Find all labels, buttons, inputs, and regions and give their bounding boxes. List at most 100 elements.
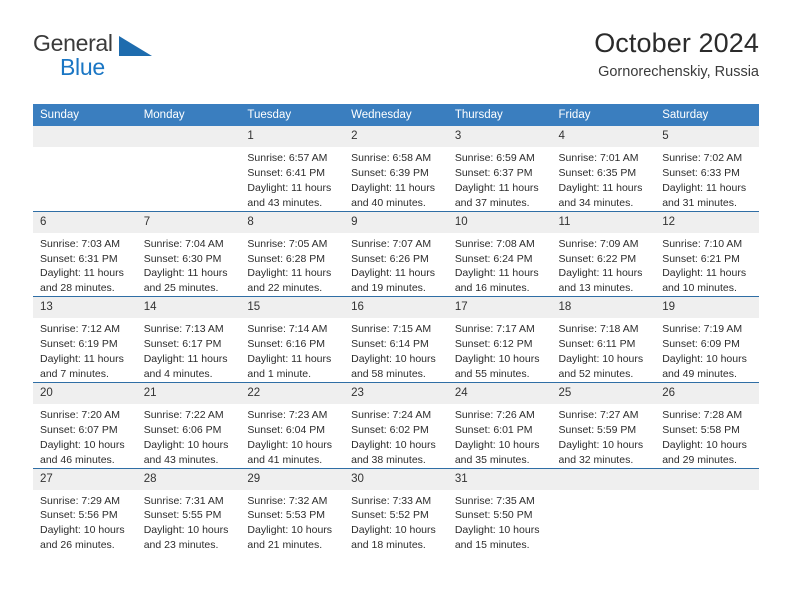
- calendar-day-cell[interactable]: 28 Sunrise: 7:31 AM Sunset: 5:55 PM Dayligh…: [136, 467, 241, 554]
- day-number: 20: [33, 382, 137, 404]
- sunset-time: Sunset: 6:17 PM: [143, 338, 222, 351]
- day-details: Sunrise: 7:12 AM Sunset: 6:19 PM Daylight:…: [33, 318, 137, 382]
- calendar-day-cell[interactable]: 4 Sunrise: 7:01 AM Sunset: 6:35 PM Daylight…: [551, 126, 656, 212]
- daylight-duration-line1: Daylight: 10 hours: [40, 524, 125, 537]
- calendar-day-cell[interactable]: 19 Sunrise: 7:19 AM Sunset: 6:09 PM Dayligh…: [655, 296, 759, 383]
- calendar-body: 1 Sunrise: 6:57 AM Sunset: 6:41 PM Daylight…: [33, 126, 759, 554]
- calendar-day-cell[interactable]: 26 Sunrise: 7:28 AM Sunset: 5:58 PM Dayligh…: [655, 381, 759, 468]
- calendar-day-cell[interactable]: 14 Sunrise: 7:13 AM Sunset: 6:17 PM Dayligh…: [136, 296, 241, 383]
- day-details: Sunrise: 6:57 AM Sunset: 6:41 PM Daylight:…: [240, 147, 344, 211]
- sunrise-time: Sunrise: 7:27 AM: [558, 408, 639, 421]
- day-details: Sunrise: 7:04 AM Sunset: 6:30 PM Daylight:…: [137, 233, 241, 297]
- sunset-time: Sunset: 6:11 PM: [558, 338, 636, 351]
- daylight-duration-line2: and 52 minutes.: [558, 367, 634, 380]
- logo-text-blue: Blue: [60, 54, 105, 80]
- daylight-duration-line2: and 21 minutes.: [247, 539, 323, 552]
- calendar-day-cell[interactable]: 6 Sunrise: 7:03 AM Sunset: 6:31 PM Daylight…: [33, 210, 137, 297]
- calendar-day-cell[interactable]: 11 Sunrise: 7:09 AM Sunset: 6:22 PM Dayligh…: [551, 210, 656, 297]
- day-number: 31: [447, 468, 552, 490]
- calendar-day-cell-empty: [33, 126, 137, 212]
- daylight-duration-line2: and 43 minutes.: [143, 453, 219, 466]
- calendar-header-row: Sunday Monday Tuesday Wednesday Thursday…: [33, 104, 759, 126]
- day-number: 26: [655, 382, 759, 404]
- sunset-time: Sunset: 6:19 PM: [40, 338, 118, 351]
- weekday-header-wednesday: Wednesday: [344, 104, 448, 126]
- day-number: [33, 126, 137, 147]
- calendar-day-cell[interactable]: 24 Sunrise: 7:26 AM Sunset: 6:01 PM Dayligh…: [447, 381, 552, 468]
- calendar-day-cell[interactable]: 3 Sunrise: 6:59 AM Sunset: 6:37 PM Daylight…: [447, 126, 552, 212]
- sunset-time: Sunset: 5:58 PM: [662, 423, 740, 436]
- day-details: Sunrise: 7:17 AM Sunset: 6:12 PM Daylight:…: [448, 318, 552, 382]
- day-details: Sunrise: 7:19 AM Sunset: 6:09 PM Daylight:…: [655, 318, 759, 382]
- daylight-duration-line1: Daylight: 11 hours: [143, 353, 228, 366]
- day-number: 22: [240, 382, 345, 404]
- day-number: 8: [240, 211, 345, 233]
- calendar-day-cell[interactable]: 7 Sunrise: 7:04 AM Sunset: 6:30 PM Daylight…: [136, 210, 241, 297]
- sunrise-time: Sunrise: 7:15 AM: [351, 323, 432, 336]
- calendar-day-cell[interactable]: 21 Sunrise: 7:22 AM Sunset: 6:06 PM Dayligh…: [136, 381, 241, 468]
- sunrise-time: Sunrise: 7:32 AM: [247, 494, 328, 507]
- sunset-time: Sunset: 6:37 PM: [454, 166, 533, 179]
- calendar-day-cell[interactable]: 2 Sunrise: 6:58 AM Sunset: 6:39 PM Daylight…: [344, 126, 448, 212]
- page-header: General Blue October 2024 Gornorechenski…: [0, 26, 792, 96]
- sunset-time: Sunset: 5:59 PM: [558, 423, 637, 436]
- weekday-header-thursday: Thursday: [447, 104, 552, 126]
- daylight-duration-line1: Daylight: 10 hours: [351, 353, 436, 366]
- day-number: 7: [136, 211, 241, 233]
- general-blue-logo[interactable]: General Blue: [33, 26, 158, 82]
- daylight-duration-line2: and 15 minutes.: [454, 539, 530, 552]
- calendar-day-cell-empty: [136, 126, 241, 212]
- day-number: 10: [447, 211, 552, 233]
- daylight-duration-line1: Daylight: 11 hours: [40, 267, 124, 280]
- sunrise-time: Sunrise: 7:07 AM: [351, 237, 432, 250]
- calendar-day-cell[interactable]: 5 Sunrise: 7:02 AM Sunset: 6:33 PM Daylight…: [655, 126, 759, 212]
- daylight-duration-line2: and 38 minutes.: [351, 453, 426, 466]
- day-details: Sunrise: 7:22 AM Sunset: 6:06 PM Daylight:…: [137, 404, 241, 468]
- calendar-day-cell[interactable]: 13 Sunrise: 7:12 AM Sunset: 6:19 PM Dayligh…: [33, 296, 137, 383]
- title-block: October 2024 Gornorechenskiy, Russia: [594, 26, 759, 81]
- sunrise-time: Sunrise: 7:31 AM: [143, 494, 224, 507]
- day-number: 28: [136, 468, 241, 490]
- sunrise-time: Sunrise: 7:13 AM: [143, 323, 224, 336]
- calendar-day-cell[interactable]: 20 Sunrise: 7:20 AM Sunset: 6:07 PM Dayligh…: [33, 381, 137, 468]
- sunset-time: Sunset: 6:35 PM: [558, 166, 637, 179]
- calendar-day-cell[interactable]: 17 Sunrise: 7:17 AM Sunset: 6:12 PM Dayligh…: [447, 296, 552, 383]
- calendar-day-cell[interactable]: 23 Sunrise: 7:24 AM Sunset: 6:02 PM Dayligh…: [344, 381, 448, 468]
- logo-triangle-icon: [119, 36, 152, 56]
- calendar-day-cell[interactable]: 12 Sunrise: 7:10 AM Sunset: 6:21 PM Dayligh…: [655, 210, 759, 297]
- sunset-time: Sunset: 5:52 PM: [351, 509, 429, 522]
- daylight-duration-line2: and 1 minute.: [247, 367, 312, 380]
- day-number: 6: [33, 211, 137, 233]
- sunrise-time: Sunrise: 7:24 AM: [351, 408, 432, 421]
- daylight-duration-line1: Daylight: 11 hours: [247, 353, 332, 366]
- calendar-day-cell[interactable]: 29 Sunrise: 7:32 AM Sunset: 5:53 PM Dayligh…: [240, 467, 345, 554]
- daylight-duration-line2: and 22 minutes.: [247, 282, 323, 295]
- calendar-day-cell[interactable]: 22 Sunrise: 7:23 AM Sunset: 6:04 PM Dayligh…: [240, 381, 345, 468]
- calendar-day-cell[interactable]: 1 Sunrise: 6:57 AM Sunset: 6:41 PM Daylight…: [240, 126, 345, 212]
- daylight-duration-line1: Daylight: 11 hours: [454, 181, 539, 194]
- logo-text-general: General: [33, 30, 113, 56]
- calendar-week-row: 1 Sunrise: 6:57 AM Sunset: 6:41 PM Daylight…: [33, 126, 759, 212]
- sunrise-time: Sunrise: 7:17 AM: [454, 323, 535, 336]
- calendar-day-cell[interactable]: 16 Sunrise: 7:15 AM Sunset: 6:14 PM Dayligh…: [344, 296, 448, 383]
- calendar-week-row: 27 Sunrise: 7:29 AM Sunset: 5:56 PM Dayligh…: [33, 467, 759, 554]
- calendar-day-cell[interactable]: 15 Sunrise: 7:14 AM Sunset: 6:16 PM Dayligh…: [240, 296, 345, 383]
- calendar-day-cell[interactable]: 27 Sunrise: 7:29 AM Sunset: 5:56 PM Dayligh…: [33, 467, 137, 554]
- day-details: Sunrise: 7:28 AM Sunset: 5:58 PM Daylight:…: [655, 404, 759, 468]
- sunset-time: Sunset: 6:28 PM: [247, 252, 326, 265]
- calendar-day-cell[interactable]: 10 Sunrise: 7:08 AM Sunset: 6:24 PM Dayligh…: [447, 210, 552, 297]
- sunset-time: Sunset: 6:04 PM: [247, 423, 326, 436]
- calendar-day-cell[interactable]: 9 Sunrise: 7:07 AM Sunset: 6:26 PM Daylight…: [344, 210, 448, 297]
- day-number: 17: [447, 297, 552, 319]
- calendar-day-cell[interactable]: 18 Sunrise: 7:18 AM Sunset: 6:11 PM Dayligh…: [551, 296, 656, 383]
- calendar-day-cell[interactable]: 8 Sunrise: 7:05 AM Sunset: 6:28 PM Daylight…: [240, 210, 345, 297]
- calendar-day-cell[interactable]: 30 Sunrise: 7:33 AM Sunset: 5:52 PM Dayligh…: [344, 467, 448, 554]
- day-number: 18: [551, 297, 656, 319]
- daylight-duration-line2: and 10 minutes.: [662, 282, 737, 295]
- day-number: 27: [33, 468, 137, 490]
- day-number: 16: [344, 297, 448, 319]
- calendar-day-cell[interactable]: 25 Sunrise: 7:27 AM Sunset: 5:59 PM Dayligh…: [551, 381, 656, 468]
- calendar-day-cell[interactable]: 31 Sunrise: 7:35 AM Sunset: 5:50 PM Dayligh…: [447, 467, 552, 554]
- sunset-time: Sunset: 6:22 PM: [558, 252, 637, 265]
- sunrise-time: Sunrise: 7:01 AM: [558, 152, 639, 164]
